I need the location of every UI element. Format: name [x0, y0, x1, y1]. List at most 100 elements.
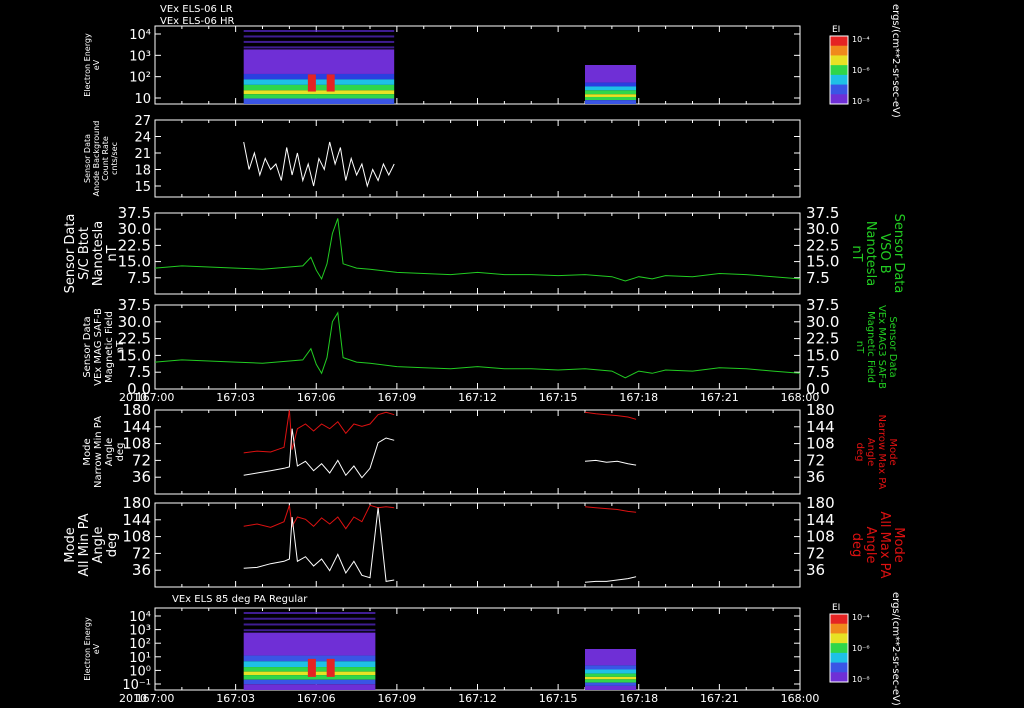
y-tick-label: 144 [122, 511, 151, 529]
panel-frame [154, 119, 801, 198]
y-tick-label-right: 37.5 [806, 296, 839, 314]
y-axis-label-line: nT [105, 245, 120, 261]
colorbar-tick: 10⁻⁴ [852, 613, 870, 622]
y-tick-label: 10 [134, 92, 151, 107]
y-axis-label-right-line: deg [849, 533, 864, 558]
colorbar-segment [830, 94, 848, 105]
heatmap-band [585, 676, 637, 680]
y-axis-label-line: Narrow Min PA [93, 416, 104, 488]
y-tick-label: 18 [134, 164, 151, 179]
time-axis-mid: 2010167:00 167:03 167:06 167:09 167:12 167:15… [119, 391, 819, 404]
colorbar-segment [830, 662, 848, 673]
y-axis-label-right: Sensor DataVSO BNanoteslanT [849, 214, 906, 294]
y-axis-label-line: Mode [82, 438, 93, 465]
series-line-4 [584, 576, 637, 583]
panel-frame [154, 304, 801, 390]
time-tick-label: 167:06 [297, 692, 336, 705]
panel-1: 10⁴ 10³ 10² 10 Electron EnergyeV [83, 25, 801, 107]
panel-5: 180 180144 144108 10872 7236 36ModeNarrow Min… [82, 401, 898, 495]
colorbar-tick: 10⁻⁸ [852, 97, 870, 106]
spectro-label: VEx ELS 85 deg PA Regular [172, 594, 308, 605]
heatmap-band [585, 685, 637, 690]
colorbar-segment [830, 672, 848, 683]
colorbar-segment [830, 623, 848, 634]
y-axis-label-right-line: Mode [891, 527, 906, 562]
time-tick-label: 167:00 [136, 692, 175, 705]
time-tick-label: 167:18 [619, 692, 658, 705]
y-tick-label-right: 144 [806, 511, 835, 529]
time-tick-label: 167:15 [539, 391, 578, 404]
y-tick-label: 27 [134, 114, 151, 129]
header-line2: VEx ELS-06 HR [160, 16, 235, 27]
y-tick-label: 180 [122, 494, 151, 512]
y-tick-label: 24 [134, 131, 151, 146]
y-axis-label: Electron EnergyeV [83, 33, 101, 97]
y-axis-label-right-line: nT [854, 341, 865, 354]
y-axis-label-line: Anode Background [92, 121, 101, 197]
y-axis-label-line: nT [115, 340, 126, 353]
y-tick-label-right: 72 [806, 451, 825, 469]
colorbar-tick: 10⁻⁶ [852, 66, 870, 75]
time-tick-label: 167:09 [378, 391, 417, 404]
y-tick-label: 72 [132, 544, 151, 562]
y-axis-label-line: Sensor Data [83, 134, 92, 183]
y-tick-label: 10⁴ [129, 28, 151, 43]
heatmap-band [585, 90, 637, 95]
colorbar-2: EI 10⁻⁴ 10⁻⁶ 10⁻⁸ ergs/(cm**2-sr-sec-eV) [829, 592, 901, 706]
y-axis-label-line: Sensor Data [82, 316, 93, 377]
colorbar-segment [830, 614, 848, 625]
heatmap-hotspot [326, 658, 335, 677]
y-axis-label-line: All Min PA [77, 513, 92, 576]
heatmap-band [585, 86, 637, 91]
y-axis-label: Electron EnergyeV [83, 617, 101, 681]
y-tick-label-right: 108 [806, 528, 835, 546]
heatmap-noise [243, 617, 376, 620]
heatmap-band [585, 94, 637, 97]
heatmap-noise [243, 629, 376, 632]
y-tick-label: 144 [122, 418, 151, 436]
colorbar-label: EI [832, 603, 840, 613]
series-line-1 [243, 409, 395, 454]
colorbar-segment [830, 652, 848, 664]
colorbar-label: EI [832, 25, 840, 35]
colorbar-tick: 10⁻⁴ [852, 35, 870, 44]
y-tick-label-right: 72 [806, 544, 825, 562]
y-axis-label: Sensor DataS/C BtotNanoteslanT [63, 214, 120, 294]
y-axis-label-right: ModeNarrow Max PAAngledeg [854, 415, 898, 490]
y-axis-label-line: Magnetic Field [104, 311, 115, 383]
y-tick-label: 7.5 [127, 363, 151, 381]
heatmap-band [243, 90, 395, 95]
y-tick-label: 10² [129, 71, 151, 86]
y-axis-label-line: Electron Energy [83, 617, 92, 681]
y-axis-label-line: VEx MAG SAF-B [93, 308, 104, 386]
heatmap-noise [243, 623, 376, 626]
heatmap-band [243, 94, 395, 99]
y-axis-label-line: Sensor Data [63, 214, 78, 294]
heatmap-band [585, 96, 637, 101]
y-tick-label: 30.0 [118, 313, 151, 331]
y-tick-label: 36 [132, 468, 151, 486]
heatmap-noise [243, 46, 395, 49]
y-axis-label-line: Nanotesla [91, 221, 106, 286]
time-tick-label: 167:06 [297, 391, 336, 404]
heatmap-noise [243, 612, 376, 614]
heatmap-hotspot [307, 74, 316, 92]
heatmap-band [243, 84, 395, 91]
y-axis-label-line: Angle [104, 438, 115, 466]
panel-frame [154, 502, 801, 588]
heatmap-band [585, 65, 637, 83]
time-tick-label: 167:12 [458, 692, 497, 705]
heatmap-noise [243, 35, 395, 38]
panel-frame [154, 212, 801, 295]
y-tick-label: 108 [122, 528, 151, 546]
y-axis-label-right-line: Angle [863, 527, 878, 564]
y-axis-label-right: ModeAll Max PAAngledeg [849, 511, 906, 578]
y-axis-label-line: eV [92, 643, 101, 654]
time-tick-label: 167:21 [700, 391, 739, 404]
y-tick-label: 108 [122, 435, 151, 453]
colorbar-tick: 10⁻⁸ [852, 675, 870, 684]
y-tick-label: 10⁻¹ [122, 678, 151, 693]
series-line-1 [243, 504, 395, 530]
heatmap-band [243, 679, 376, 685]
heatmap-hotspot [326, 74, 335, 92]
